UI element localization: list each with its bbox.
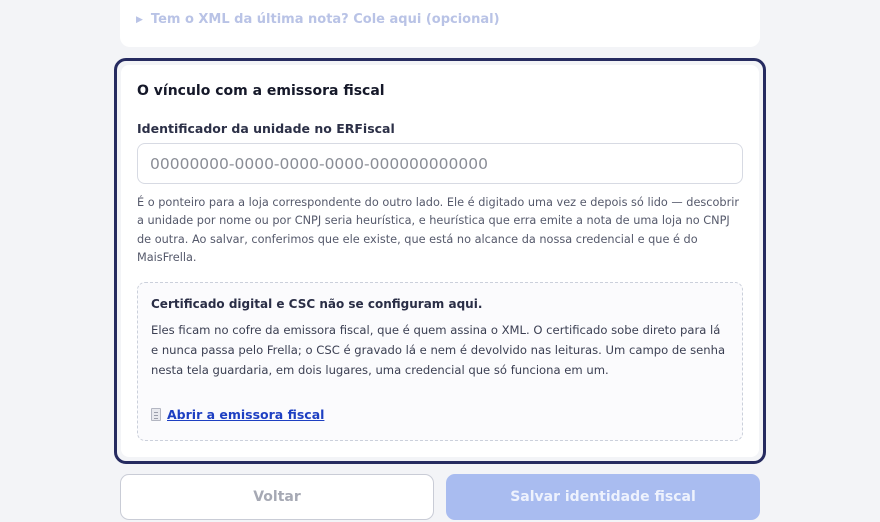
unit-id-help-text: É o ponteiro para a loja correspondente … (137, 196, 740, 264)
open-emitter-link[interactable]: Abrir a emissora fiscal (151, 407, 324, 422)
document-icon (151, 408, 161, 421)
unit-id-input[interactable] (137, 143, 743, 184)
fiscal-link-card: O vínculo com a emissora fiscal Identifi… (121, 65, 759, 457)
credentials-notice: Certificado digital e CSC não se configu… (137, 282, 743, 441)
back-button[interactable]: Voltar (120, 474, 434, 520)
notice-body: Eles ficam no cofre da emissora fiscal, … (151, 323, 726, 377)
xml-paste-toggle-label: Tem o XML da última nota? Cole aqui (opc… (150, 12, 500, 27)
save-fiscal-identity-button[interactable]: Salvar identidade fiscal (446, 474, 760, 520)
open-emitter-link-label: Abrir a emissora fiscal (167, 407, 325, 422)
card-title: O vínculo com a emissora fiscal (137, 83, 385, 99)
triangle-right-icon: ▶ (136, 14, 143, 25)
unit-id-label: Identificador da unidade no ERFiscal (137, 121, 395, 136)
xml-paste-toggle[interactable]: ▶ Tem o XML da última nota? Cole aqui (o… (136, 12, 500, 27)
notice-title: Certificado digital e CSC não se configu… (151, 297, 483, 311)
xml-section-card: ▶ Tem o XML da última nota? Cole aqui (o… (120, 0, 760, 47)
